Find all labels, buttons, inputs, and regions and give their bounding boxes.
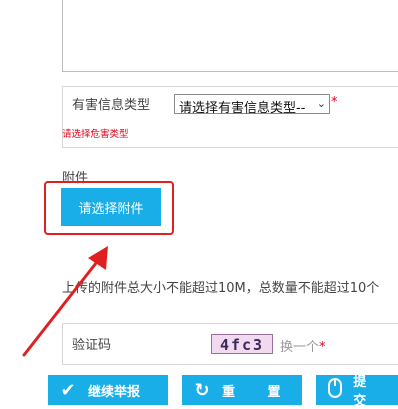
harm-type-selected-value: 请选择有害信息类型-- (179, 101, 306, 116)
reset-button[interactable]: ↻ 重 置 (182, 375, 302, 405)
submit-button[interactable]: 提 交 (316, 375, 398, 409)
captcha-refresh-link[interactable]: 换一个* (280, 336, 326, 355)
attachment-limit-note: 上传的附件总大小不能超过10M，总数量不能超过10个 (62, 281, 380, 296)
harm-type-error: 请选择危害类型 (62, 129, 129, 140)
captcha-refresh-label: 换一个 (280, 340, 320, 355)
report-content-textarea[interactable] (62, 0, 398, 72)
captcha-required-mark: * (319, 340, 326, 355)
harm-type-label: 有害信息类型 (72, 98, 151, 113)
continue-report-label: 继续举报 (88, 384, 141, 400)
harm-type-select[interactable]: 请选择有害信息类型-- ⌄ (174, 94, 330, 116)
captcha-label: 验证码 (72, 338, 112, 353)
continue-report-button[interactable]: ✔ 继续举报 (48, 375, 168, 405)
checkmark-icon: ✔ (60, 379, 76, 401)
refresh-icon: ↻ (194, 379, 210, 401)
captcha-image[interactable]: 4fc3 (211, 334, 273, 354)
harm-type-required-mark: * (331, 95, 338, 110)
choose-attachment-button[interactable]: 请选择附件 (61, 188, 161, 226)
mouse-icon (326, 377, 343, 403)
reset-label: 重 置 (222, 384, 295, 400)
chevron-down-icon: ⌄ (316, 97, 326, 110)
submit-label: 提 交 (353, 375, 381, 409)
